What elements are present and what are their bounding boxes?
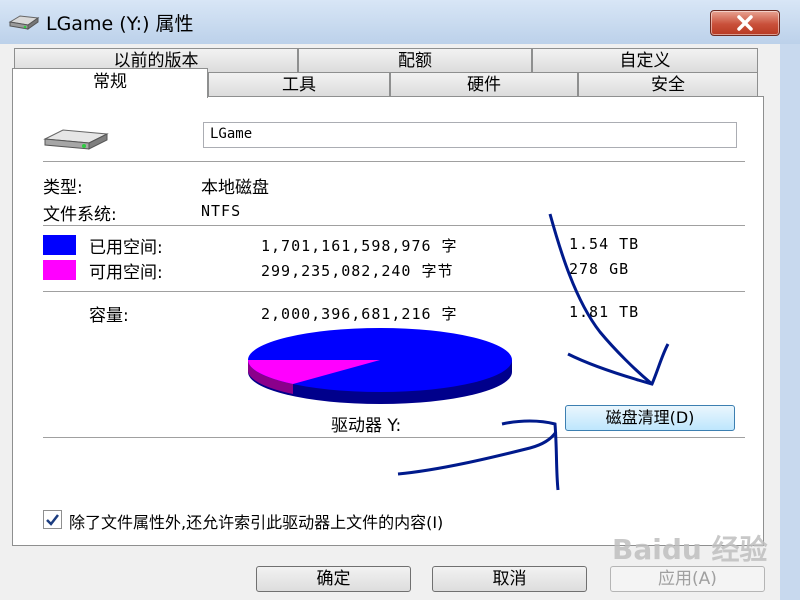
tab-security[interactable]: 安全: [578, 72, 758, 96]
separator: [43, 437, 745, 438]
drive-icon: [43, 129, 109, 150]
index-checkbox-label: 除了文件属性外,还允许索引此驱动器上文件的内容(I): [69, 513, 444, 532]
filesystem-value: NTFS: [201, 202, 242, 220]
tab-customize[interactable]: 自定义: [532, 48, 758, 72]
window-title: LGame (Y:) 属性: [46, 13, 194, 35]
tab-tools[interactable]: 工具: [208, 72, 390, 96]
capacity-size: 1.81 TB: [569, 303, 640, 321]
separator: [43, 161, 745, 162]
type-value: 本地磁盘: [201, 178, 269, 198]
title-bar: LGame (Y:) 属性: [0, 0, 800, 44]
close-button[interactable]: [710, 10, 780, 36]
free-space-bytes: 299,235,082,240 字节: [261, 262, 454, 280]
separator: [43, 225, 745, 226]
used-space-size: 1.54 TB: [569, 235, 640, 253]
watermark: Baidu 经验: [612, 533, 768, 566]
volume-name-input[interactable]: LGame: [203, 122, 737, 148]
disk-cleanup-button[interactable]: 磁盘清理(D): [565, 405, 735, 431]
checkmark-icon: [46, 514, 59, 526]
ok-button[interactable]: 确定: [256, 566, 411, 592]
free-space-size: 278 GB: [569, 260, 630, 278]
filesystem-label: 文件系统:: [43, 205, 117, 225]
apply-button[interactable]: 应用(A): [610, 566, 765, 592]
type-label: 类型:: [43, 178, 83, 198]
capacity-label: 容量:: [89, 306, 129, 326]
used-space-bytes: 1,701,161,598,976 字: [261, 237, 458, 255]
tab-quota[interactable]: 配额: [298, 48, 532, 72]
free-space-label: 可用空间:: [89, 263, 163, 283]
tab-hardware[interactable]: 硬件: [390, 72, 578, 96]
drive-title-icon: [8, 15, 40, 30]
cancel-button[interactable]: 取消: [432, 566, 587, 592]
window-border: [780, 44, 800, 600]
capacity-bytes: 2,000,396,681,216 字: [261, 305, 458, 323]
index-checkbox[interactable]: [43, 510, 62, 529]
general-tab-page: LGame 类型: 本地磁盘 文件系统: NTFS 已用空间: 1,701,16…: [12, 96, 764, 546]
used-space-swatch: [43, 235, 76, 255]
separator: [43, 291, 745, 292]
tab-general[interactable]: 常规: [12, 68, 208, 98]
drive-letter-label: 驱动器 Y:: [331, 416, 402, 436]
used-space-label: 已用空间:: [89, 238, 163, 258]
close-icon: [737, 15, 753, 31]
free-space-swatch: [43, 260, 76, 280]
disk-usage-pie-chart: [248, 328, 512, 404]
properties-window: LGame (Y:) 属性 以前的版本 配额 自定义 常规 工具 硬件 安全 L…: [0, 0, 800, 600]
